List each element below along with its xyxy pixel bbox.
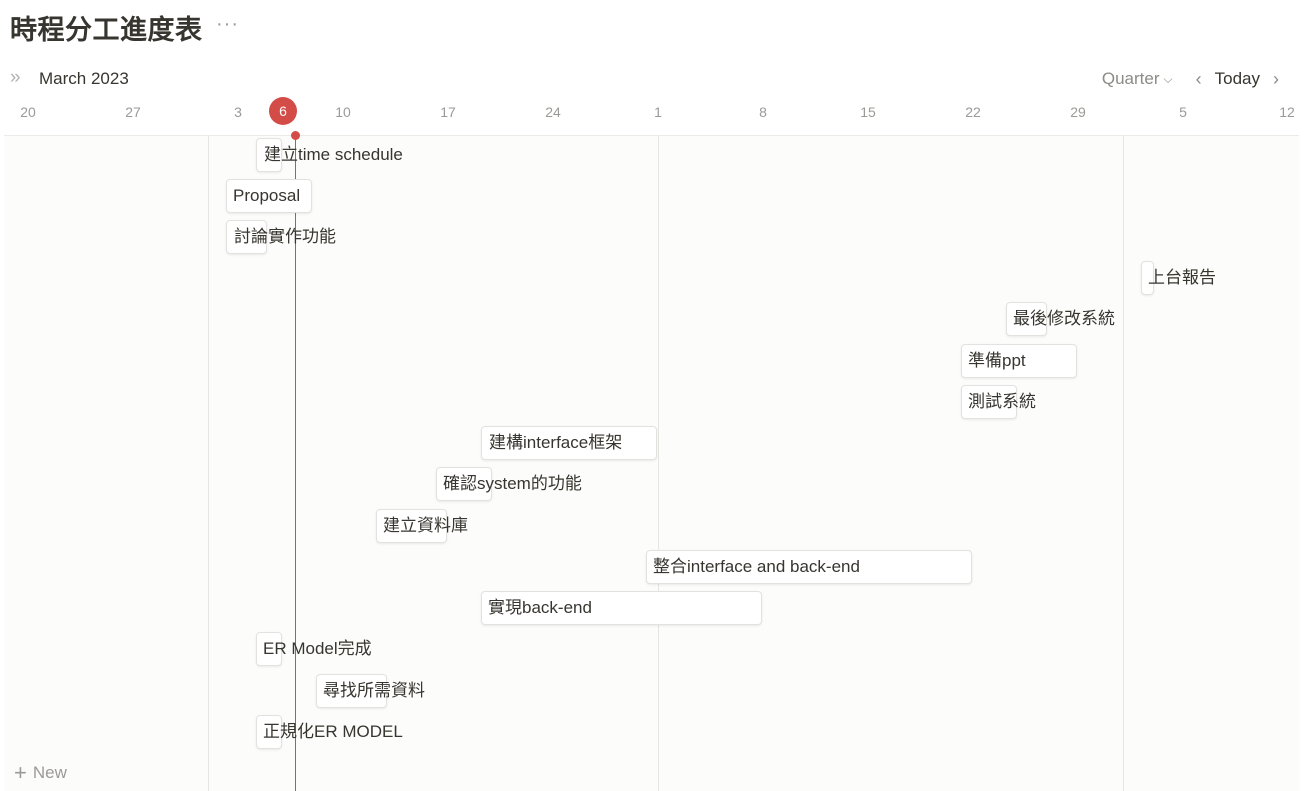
period-label: Quarter [1101, 69, 1160, 88]
task-label[interactable]: ER Model完成 [263, 632, 372, 666]
task-label[interactable]: 最後修改系統 [1013, 302, 1115, 336]
date-tick: 27 [125, 104, 141, 120]
period-dropdown[interactable]: Quarter ⌵ [1102, 69, 1173, 89]
timeline-grid [4, 131, 1299, 791]
more-options-icon[interactable]: ··· [216, 13, 239, 36]
task-label[interactable]: 建構interface框架 [489, 426, 622, 460]
task-label[interactable]: 準備ppt [968, 344, 1026, 378]
task-label[interactable]: 確認system的功能 [443, 467, 582, 501]
previous-button[interactable]: ‹ [1187, 69, 1211, 90]
toolbar-right: Quarter ⌵ ‹ Today › [1102, 68, 1304, 90]
task-label[interactable]: 上台報告 [1148, 261, 1216, 295]
date-tick: 20 [20, 104, 36, 120]
date-tick: 24 [545, 104, 561, 120]
date-tick: 12 [1279, 104, 1295, 120]
month-label: March 2023 [39, 69, 129, 88]
chevron-down-icon: ⌵ [1163, 71, 1173, 86]
task-label[interactable]: 建立time schedule [264, 138, 403, 172]
date-tick: 10 [335, 104, 351, 120]
date-tick: 29 [1070, 104, 1086, 120]
task-label[interactable]: 建立資料庫 [383, 509, 468, 543]
today-button[interactable]: Today [1215, 69, 1260, 89]
next-button[interactable]: › [1264, 69, 1288, 90]
date-tick: 22 [965, 104, 981, 120]
sidebar-toggle-icon[interactable]: » [10, 68, 32, 90]
date-tick: 1 [654, 104, 662, 120]
date-tick: 8 [759, 104, 767, 120]
page-title: 時程分工進度表 [10, 15, 203, 45]
new-task-label: New [32, 763, 67, 782]
month-divider [1123, 136, 1124, 791]
task-label[interactable]: 討論實作功能 [234, 220, 336, 254]
task-label[interactable]: 整合interface and back-end [653, 550, 860, 584]
date-tick: 15 [860, 104, 876, 120]
task-label[interactable]: Proposal [233, 179, 300, 213]
task-label[interactable]: 測試系統 [968, 385, 1036, 419]
month-divider [658, 136, 659, 791]
date-tick: 3 [234, 104, 242, 120]
task-label[interactable]: 實現back-end [488, 591, 592, 625]
task-label[interactable]: 尋找所需資料 [323, 674, 425, 708]
task-label[interactable]: 正規化ER MODEL [263, 715, 403, 749]
toolbar-left: » March 2023 [10, 68, 129, 90]
date-tick: 17 [440, 104, 456, 120]
new-task-button[interactable]: + New [14, 760, 67, 785]
plus-icon: + [14, 760, 27, 785]
today-marker: 6 [269, 97, 297, 125]
date-header: 20 27 3 10 17 24 1 8 15 22 29 5 12 [0, 98, 1304, 126]
month-divider [208, 136, 209, 791]
date-tick: 5 [1179, 104, 1187, 120]
